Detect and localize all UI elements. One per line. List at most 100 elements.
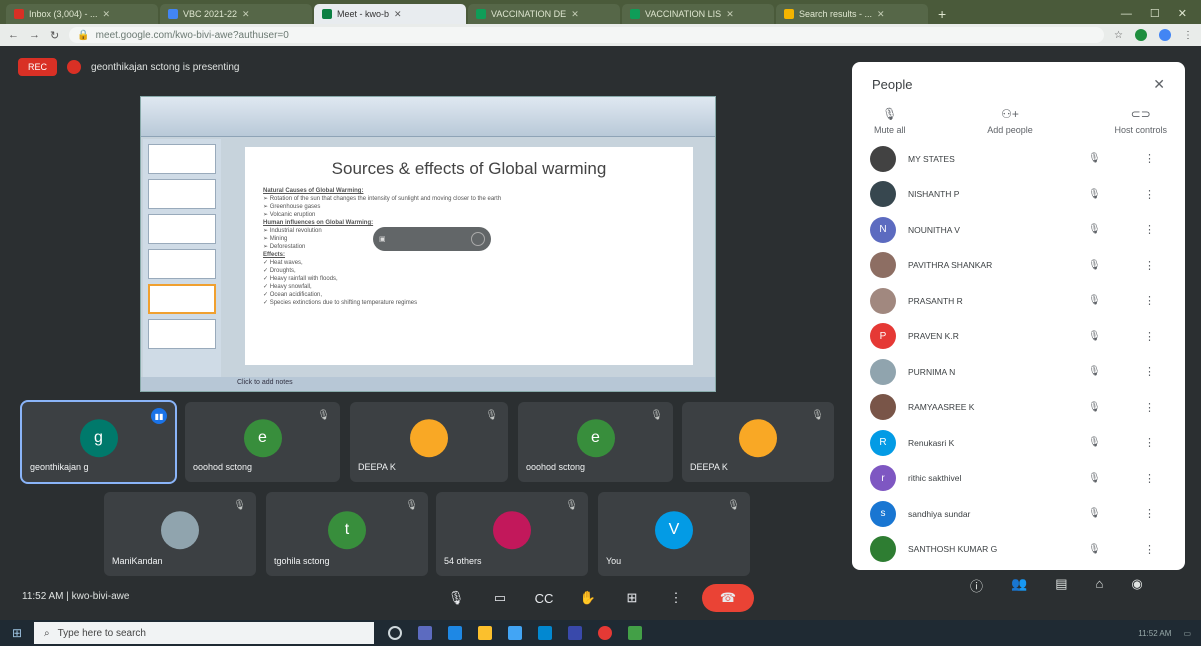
browser-tab[interactable]: VBC 2021-22 ✕ <box>160 4 312 24</box>
present-screen-icon[interactable]: ⊞ <box>614 584 650 612</box>
minimize-icon[interactable]: — <box>1121 4 1132 24</box>
close-tab-icon[interactable]: ✕ <box>877 9 885 20</box>
participant-tile[interactable]: DEEPA K 🎙 <box>682 402 834 482</box>
close-icon[interactable]: ✕ <box>1153 76 1165 93</box>
edge-icon[interactable] <box>448 626 462 640</box>
people-list-item[interactable]: N NOUNITHA V 🎙 ⋮ <box>870 212 1185 248</box>
browser-tab[interactable]: Search results - ... ✕ <box>776 4 928 24</box>
people-list-item[interactable]: NISHANTH P 🎙 ⋮ <box>870 177 1185 213</box>
mic-off-icon[interactable]: 🎙 <box>1088 366 1104 377</box>
people-list-item[interactable]: PAVITHRA SHANKAR 🎙 ⋮ <box>870 248 1185 284</box>
participant-tile[interactable]: V You 🎙 <box>598 492 750 576</box>
windows-start-icon[interactable]: ⊞ <box>0 620 34 646</box>
close-tab-icon[interactable]: ✕ <box>571 9 579 20</box>
file-explorer-icon[interactable] <box>478 626 492 640</box>
participant-tile[interactable]: e ooohod sctong 🎙 <box>518 402 673 482</box>
more-options-icon[interactable]: ⋮ <box>1144 401 1160 414</box>
recording-badge: REC <box>18 58 58 76</box>
people-list-item[interactable]: RAMYAASREE K 🎙 ⋮ <box>870 390 1185 426</box>
participant-tile[interactable]: ManiKandan 🎙 <box>104 492 256 576</box>
people-list-item[interactable]: MY STATES 🎙 ⋮ <box>870 141 1185 177</box>
maximize-icon[interactable]: ☐ <box>1150 4 1160 24</box>
browser-tab[interactable]: VACCINATION LIS ✕ <box>622 4 774 24</box>
close-window-icon[interactable]: ✕ <box>1178 4 1187 24</box>
people-list-item[interactable]: P PRAVEN K.R 🎙 ⋮ <box>870 319 1185 355</box>
mic-off-icon[interactable]: 🎙 <box>1088 508 1104 519</box>
raise-hand-icon[interactable]: ✋ <box>570 584 606 612</box>
mic-off-icon[interactable]: 🎙 <box>1088 402 1104 413</box>
chrome-icon[interactable] <box>598 626 612 640</box>
mic-off-icon[interactable]: 🎙 <box>1088 260 1104 271</box>
people-list-item[interactable]: R Renukasri K 🎙 ⋮ <box>870 425 1185 461</box>
task-view-icon[interactable] <box>418 626 432 640</box>
people-list-item[interactable]: r rithic sakthivel 🎙 ⋮ <box>870 461 1185 497</box>
people-list-item[interactable]: SANTHOSH KUMAR G 🎙 ⋮ <box>870 532 1185 568</box>
add-people-button[interactable]: ⚇+ Add people <box>987 107 1033 135</box>
hang-up-button[interactable]: ☎ <box>702 584 754 612</box>
more-options-icon[interactable]: ⋮ <box>1144 472 1160 485</box>
people-icon[interactable]: 👥 <box>1011 576 1027 595</box>
mic-off-icon[interactable]: 🎙 <box>1088 224 1104 235</box>
people-list-item[interactable]: PURNIMA N 🎙 ⋮ <box>870 354 1185 390</box>
mic-off-icon[interactable]: 🎙 <box>1088 473 1104 484</box>
participant-tile[interactable]: DEEPA K 🎙 <box>350 402 508 482</box>
host-controls-icon[interactable]: ◉ <box>1131 576 1142 595</box>
presentation-screen[interactable]: Sources & effects of Global warming Natu… <box>140 96 716 392</box>
mic-off-icon[interactable]: 🎙 <box>1088 331 1104 342</box>
url-field[interactable]: 🔒 meet.google.com/kwo-bivi-awe?authuser=… <box>69 27 1105 43</box>
extension-icon[interactable] <box>1135 29 1147 41</box>
participant-tile[interactable]: t tgohila sctong 🎙 <box>266 492 428 576</box>
more-options-icon[interactable]: ⋮ <box>1144 436 1160 449</box>
chat-icon[interactable]: ▤ <box>1055 576 1067 595</box>
mic-off-icon[interactable]: 🎙 <box>1088 544 1104 555</box>
store-icon[interactable] <box>508 626 522 640</box>
close-tab-icon[interactable]: ✕ <box>394 9 402 20</box>
bookmark-star-icon[interactable]: ☆ <box>1114 30 1123 41</box>
activities-icon[interactable]: ⌂ <box>1096 576 1104 595</box>
cortana-icon[interactable] <box>388 626 402 640</box>
close-tab-icon[interactable]: ✕ <box>242 9 250 20</box>
participant-tile[interactable]: e ooohod sctong 🎙 <box>185 402 340 482</box>
camera-icon[interactable]: ▭ <box>482 584 518 612</box>
more-options-icon[interactable]: ⋮ <box>1144 294 1160 307</box>
taskbar-search[interactable]: ⌕ Type here to search <box>34 622 374 644</box>
meeting-details-icon[interactable]: ⓘ <box>970 576 983 595</box>
people-list-item[interactable]: PRASANTH R 🎙 ⋮ <box>870 283 1185 319</box>
more-options-icon[interactable]: ⋮ <box>1144 259 1160 272</box>
excel-icon[interactable] <box>628 626 642 640</box>
more-options-icon[interactable]: ⋮ <box>1144 152 1160 165</box>
participant-tile[interactable]: 54 others 🎙 <box>436 492 588 576</box>
browser-tab[interactable]: Meet - kwo-b ✕ <box>314 4 466 24</box>
browser-menu-icon[interactable]: ⋮ <box>1183 30 1193 41</box>
browser-tab[interactable]: VACCINATION DE ✕ <box>468 4 620 24</box>
forward-icon[interactable]: → <box>29 29 40 41</box>
microphone-icon[interactable]: 🎙 <box>438 584 474 612</box>
more-options-icon[interactable]: ⋮ <box>1144 188 1160 201</box>
mail-icon[interactable] <box>538 626 552 640</box>
browser-tab[interactable]: Inbox (3,004) - ... ✕ <box>6 4 158 24</box>
new-tab-button[interactable]: + <box>930 4 954 24</box>
more-options-icon[interactable]: ⋮ <box>1144 365 1160 378</box>
mic-off-icon[interactable]: 🎙 <box>1088 295 1104 306</box>
profile-icon[interactable] <box>1159 29 1171 41</box>
more-options-icon[interactable]: ⋮ <box>1144 507 1160 520</box>
close-tab-icon[interactable]: ✕ <box>103 9 111 20</box>
host-controls-button[interactable]: ⊂⊃ Host controls <box>1114 107 1167 135</box>
mic-off-icon[interactable]: 🎙 <box>1088 189 1104 200</box>
more-options-icon[interactable]: ⋮ <box>1144 543 1160 556</box>
people-list-item[interactable]: s sandhiya sundar 🎙 ⋮ <box>870 496 1185 532</box>
word-icon[interactable] <box>568 626 582 640</box>
participant-tile[interactable]: g geonthikajan g ▮▮ <box>20 400 177 484</box>
participant-avatar: V <box>655 511 693 550</box>
more-options-icon[interactable]: ⋮ <box>1144 223 1160 236</box>
more-options-icon[interactable]: ⋮ <box>658 584 694 612</box>
mic-off-icon[interactable]: 🎙 <box>1088 437 1104 448</box>
captions-icon[interactable]: CC <box>526 584 562 612</box>
mic-off-icon[interactable]: 🎙 <box>1088 153 1104 164</box>
reload-icon[interactable]: ↻ <box>50 29 59 42</box>
more-options-icon[interactable]: ⋮ <box>1144 330 1160 343</box>
notifications-icon[interactable]: ▭ <box>1183 629 1191 638</box>
close-tab-icon[interactable]: ✕ <box>726 9 734 20</box>
back-icon[interactable]: ← <box>8 29 19 41</box>
mute-all-button[interactable]: 🎙 Mute all <box>874 107 906 135</box>
